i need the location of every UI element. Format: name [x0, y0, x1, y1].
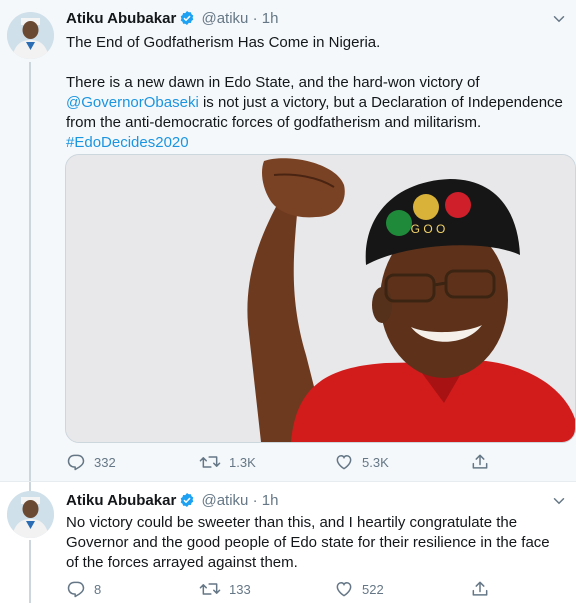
avatar[interactable]: [7, 491, 54, 538]
reply-count: 8: [94, 581, 102, 597]
reply-icon: [67, 454, 85, 471]
share-icon: [472, 581, 488, 596]
verified-badge-icon: [179, 10, 195, 32]
hashtag-link[interactable]: #EdoDecides2020: [66, 134, 189, 151]
thread-line: [29, 62, 31, 481]
like-button[interactable]: 522: [334, 578, 384, 600]
author-name[interactable]: Atiku Abubakar: [66, 492, 176, 509]
tweet-text-line: The End of Godfatherism Has Come in Nige…: [66, 34, 381, 51]
reply-button[interactable]: 8: [66, 578, 101, 600]
thread-line: [29, 540, 31, 603]
retweet-count: 1.3K: [229, 454, 256, 470]
avatar[interactable]: [7, 12, 54, 59]
retweet-button[interactable]: 1.3K: [199, 451, 256, 473]
share-button[interactable]: [470, 578, 498, 600]
chevron-down-icon[interactable]: [550, 10, 568, 28]
tweet-actions: 8 133 522: [66, 578, 566, 600]
timestamp[interactable]: 1h: [262, 10, 279, 27]
retweet-icon: [199, 583, 221, 595]
mention-link[interactable]: @GovernorObaseki: [66, 94, 199, 111]
chevron-down-icon[interactable]: [550, 492, 568, 510]
reply-button[interactable]: 332: [66, 451, 116, 473]
tweet-2[interactable]: Atiku Abubakar @atiku · 1h No victory co…: [0, 481, 576, 603]
timestamp[interactable]: 1h: [262, 492, 279, 509]
retweet-button[interactable]: 133: [199, 578, 251, 600]
separator-dot: ·: [252, 492, 258, 509]
verified-badge-icon: [179, 492, 195, 514]
reply-icon: [67, 581, 85, 598]
retweet-icon: [199, 456, 221, 468]
tweet-header: Atiku Abubakar @atiku · 1h: [66, 9, 278, 32]
like-count: 522: [362, 581, 384, 597]
like-count: 5.3K: [362, 454, 389, 470]
thread-line: [29, 482, 31, 491]
share-button[interactable]: [470, 451, 498, 473]
tweet-header: Atiku Abubakar @atiku · 1h: [66, 491, 278, 514]
author-handle[interactable]: @atiku: [201, 10, 248, 27]
retweet-count: 133: [229, 581, 251, 597]
tweet-text-segment: There is a new dawn in Edo State, and th…: [66, 74, 480, 91]
tweet-paragraph: There is a new dawn in Edo State, and th…: [66, 73, 566, 133]
tweet-actions: 332 1.3K 5.3K: [66, 451, 566, 473]
author-handle[interactable]: @atiku: [201, 492, 248, 509]
tweet-1[interactable]: Atiku Abubakar @atiku · 1h The End of Go…: [0, 0, 576, 481]
like-icon: [336, 581, 352, 597]
share-icon: [472, 454, 488, 469]
tweet-text: The End of Godfatherism Has Come in Nige…: [66, 33, 566, 153]
like-button[interactable]: 5.3K: [334, 451, 389, 473]
reply-count: 332: [94, 454, 116, 470]
tweet-photo[interactable]: G O O: [65, 154, 576, 443]
author-name[interactable]: Atiku Abubakar: [66, 10, 176, 27]
photo-cap-text: G O O: [411, 222, 446, 236]
like-icon: [336, 454, 352, 470]
separator-dot: ·: [252, 10, 258, 27]
photo-illustration: G O O: [66, 155, 575, 442]
tweet-text: No victory could be sweeter than this, a…: [66, 514, 550, 571]
